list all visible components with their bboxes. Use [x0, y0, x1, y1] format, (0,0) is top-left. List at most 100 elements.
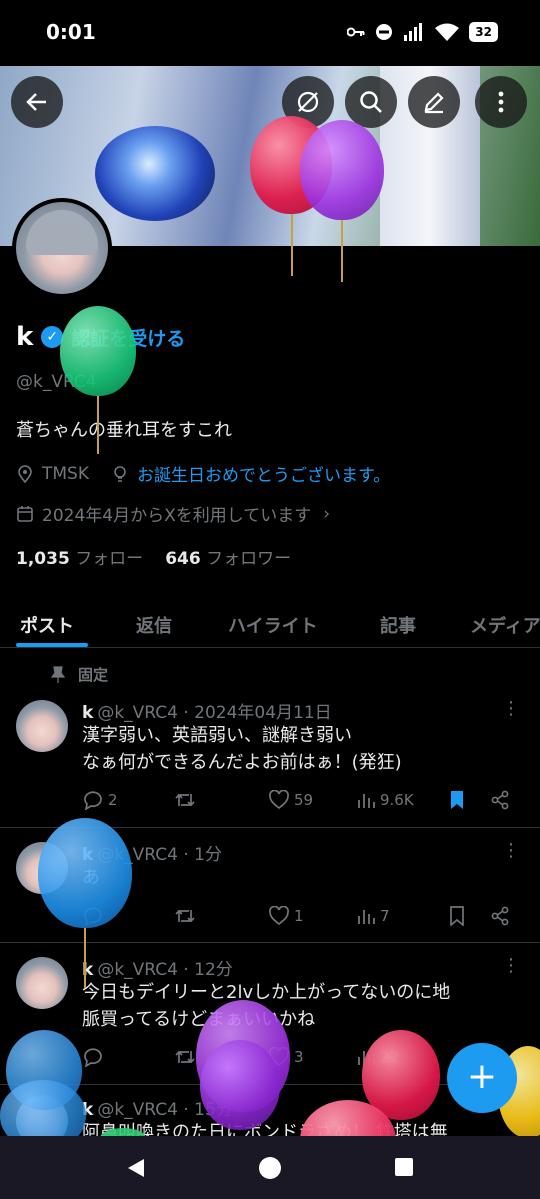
pin-icon — [50, 665, 66, 683]
post-more-icon[interactable]: ⋮ — [502, 955, 520, 976]
more-options-button[interactable] — [475, 76, 527, 128]
profile-website-link[interactable]: お誕生日おめでとうございます。 — [137, 461, 390, 486]
post-line: なぁ何ができるんだよお前はぁ！(発狂) — [82, 752, 402, 773]
post-more-icon[interactable]: ⋮ — [502, 840, 520, 861]
like-button[interactable]: 59 — [268, 790, 313, 810]
nav-home-icon[interactable] — [258, 1156, 282, 1180]
balloon-string — [291, 214, 293, 276]
following-label: フォロー — [75, 549, 144, 569]
profile-bio: 蒼ちゃんの垂れ耳をすこれ — [16, 420, 232, 441]
post-avatar[interactable] — [16, 700, 68, 752]
balloon-purple — [300, 120, 384, 220]
pencil-icon — [424, 92, 444, 114]
status-time: 0:01 — [46, 20, 96, 44]
search-button[interactable] — [345, 76, 397, 128]
reply-button[interactable]: 2 — [82, 790, 118, 810]
nav-recents-icon[interactable] — [393, 1156, 415, 1178]
tab-highlights[interactable]: ハイライト — [228, 606, 318, 638]
profile-joined-row[interactable]: 2024年4月からXを利用しています › — [16, 501, 330, 526]
profile-tabs: ポスト 返信 ハイライト 記事 メディア — [0, 600, 540, 648]
post-line: 漢字弱い、英語弱い、謎解き弱い — [82, 725, 352, 746]
views-count: 7 — [380, 907, 390, 925]
reply-icon — [84, 1048, 102, 1067]
grok-icon — [297, 91, 319, 113]
profile-joined: 2024年4月からXを利用しています — [42, 506, 312, 526]
reply-button[interactable] — [82, 1047, 104, 1067]
follow-stats: 1,035 フォロー 646 フォロワー — [16, 544, 291, 569]
post-body: 漢字弱い、英語弱い、謎解き弱い なぁ何ができるんだよお前はぁ！(発狂) — [82, 722, 402, 776]
pinned-indicator: 固定 — [50, 664, 108, 685]
profile-meta-row: TMSK お誕生日おめでとうございます。 — [16, 461, 390, 486]
following-stat[interactable]: 1,035 フォロー — [16, 544, 143, 569]
more-vertical-icon — [498, 91, 504, 113]
battery-indicator: 32 — [469, 22, 498, 42]
share-button[interactable] — [490, 790, 510, 810]
back-button[interactable] — [11, 76, 63, 128]
share-icon — [491, 790, 509, 810]
wifi-icon — [435, 23, 460, 41]
balloon-blue — [38, 818, 132, 928]
status-icons: 32 — [347, 22, 498, 42]
tab-articles[interactable]: 記事 — [380, 606, 416, 638]
banner-eye-art — [95, 126, 215, 221]
post-avatar[interactable] — [16, 957, 68, 1009]
post-meta: @k_VRC4 · 2024年04月11日 — [97, 703, 332, 723]
compose-post-button[interactable]: + — [447, 1043, 517, 1113]
pinned-label: 固定 — [78, 666, 109, 684]
repost-button[interactable] — [174, 906, 196, 926]
edit-profile-button[interactable] — [408, 76, 460, 128]
like-button[interactable]: 1 — [268, 906, 304, 926]
chevron-right-icon: › — [323, 503, 331, 524]
bookmark-icon — [450, 906, 464, 926]
nav-back-icon[interactable] — [124, 1156, 148, 1180]
system-nav-bar — [0, 1136, 540, 1199]
bookmark-button[interactable] — [448, 906, 466, 926]
post-line: 今日もデイリーと2lvしか上がってないのに地 — [82, 982, 451, 1003]
repost-icon — [175, 1050, 195, 1064]
repost-icon — [175, 909, 195, 923]
followers-stat[interactable]: 646 フォロワー — [165, 544, 291, 569]
repost-button[interactable] — [174, 1047, 196, 1067]
balloon-green — [60, 306, 136, 396]
search-icon — [360, 91, 382, 113]
post-more-icon[interactable]: ⋮ — [502, 698, 520, 719]
post-author: k — [82, 703, 94, 723]
share-button[interactable] — [490, 906, 510, 926]
like-count: 1 — [294, 907, 304, 925]
tab-media[interactable]: メディア — [470, 606, 540, 638]
status-bar: 0:01 32 — [0, 0, 540, 66]
followers-count: 646 — [165, 549, 201, 569]
heart-icon — [269, 790, 289, 810]
post-item[interactable]: k @k_VRC4 · 2024年04月11日 ⋮ 漢字弱い、英語弱い、謎解き弱い… — [0, 690, 540, 828]
tab-replies[interactable]: 返信 — [136, 606, 172, 638]
tab-posts[interactable]: ポスト — [20, 606, 74, 638]
location-pin-icon — [18, 464, 32, 483]
views-icon — [358, 910, 375, 924]
views-button[interactable]: 9.6K — [356, 790, 414, 810]
post-header: k @k_VRC4 · 12分 — [82, 955, 233, 980]
back-arrow-icon — [26, 93, 46, 111]
balloon-string — [84, 928, 86, 988]
balloon-string — [341, 220, 343, 282]
calendar-icon — [17, 505, 33, 522]
like-count: 59 — [294, 791, 314, 809]
dnd-icon — [376, 24, 393, 40]
like-count: 3 — [294, 1048, 304, 1066]
reply-icon — [84, 791, 102, 810]
followers-label: フォロワー — [206, 549, 292, 569]
views-button[interactable]: 7 — [356, 906, 390, 926]
repost-icon — [175, 793, 195, 807]
reply-count: 2 — [108, 791, 118, 809]
bulb-icon — [114, 465, 126, 482]
bookmark-button[interactable] — [448, 790, 466, 810]
bookmark-filled-icon — [451, 791, 463, 809]
repost-button[interactable] — [174, 790, 196, 810]
post-header: k @k_VRC4 · 2024年04月11日 — [82, 698, 332, 723]
heart-icon — [269, 906, 289, 926]
active-tab-indicator — [16, 643, 88, 647]
following-count: 1,035 — [16, 549, 70, 569]
profile-avatar[interactable] — [12, 198, 112, 298]
balloon-string — [97, 396, 99, 454]
share-icon — [491, 906, 509, 926]
profile-location: TMSK — [42, 463, 89, 484]
